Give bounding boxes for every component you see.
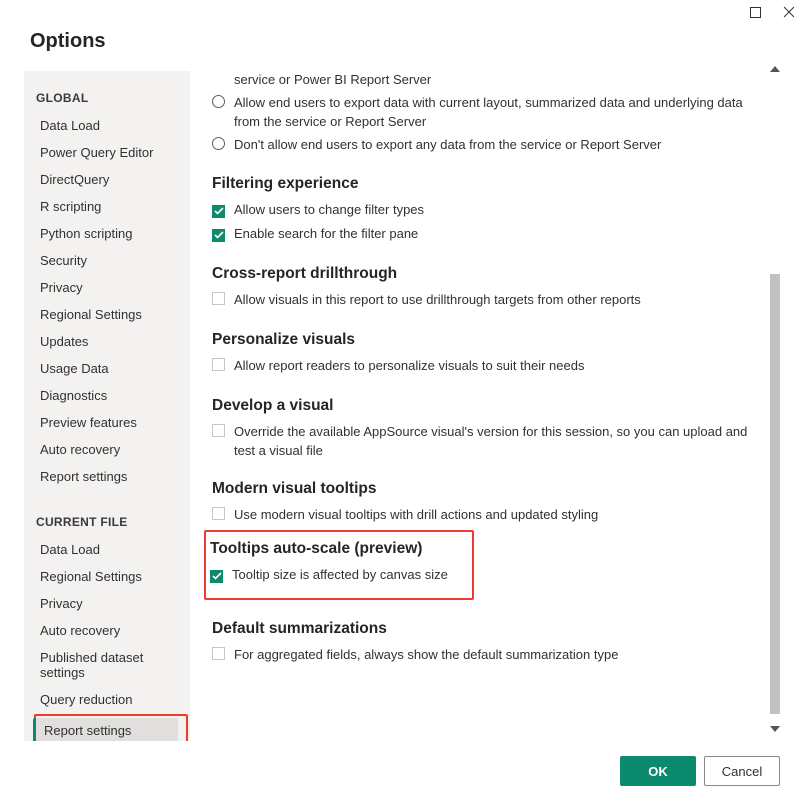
sidebar-item-auto-recovery[interactable]: Auto recovery	[34, 437, 184, 462]
heading-tooltips-autoscale: Tooltips auto-scale (preview)	[210, 540, 466, 558]
checkbox-cross-report-drillthrough[interactable]	[212, 292, 225, 305]
scrollbar[interactable]	[770, 64, 780, 734]
sidebar-item-cf-auto-recovery[interactable]: Auto recovery	[34, 618, 184, 643]
checkbox-develop-visual-override[interactable]	[212, 424, 225, 437]
scroll-down-icon[interactable]	[770, 724, 780, 734]
label-default-summarizations: For aggregated fields, always show the d…	[234, 646, 754, 665]
sidebar-item-python-scripting[interactable]: Python scripting	[34, 221, 184, 246]
titlebar	[0, 0, 804, 24]
heading-develop-visual: Develop a visual	[212, 397, 754, 415]
heading-default-summarizations: Default summarizations	[212, 620, 754, 638]
sidebar-item-preview-features[interactable]: Preview features	[34, 410, 184, 435]
sidebar-item-updates[interactable]: Updates	[34, 329, 184, 354]
checkbox-default-summarizations[interactable]	[212, 647, 225, 660]
checkbox-tooltips-autoscale[interactable]	[210, 570, 223, 583]
label-allow-change-filter-types: Allow users to change filter types	[234, 201, 754, 220]
sidebar-item-power-query-editor[interactable]: Power Query Editor	[34, 140, 184, 165]
label-modern-tooltips: Use modern visual tooltips with drill ac…	[234, 506, 754, 525]
scroll-thumb[interactable]	[770, 274, 780, 714]
maximize-icon[interactable]	[748, 5, 762, 19]
sidebar-item-data-load[interactable]: Data Load	[34, 113, 184, 138]
sidebar-item-cf-data-load[interactable]: Data Load	[34, 537, 184, 562]
heading-filtering-experience: Filtering experience	[212, 175, 754, 193]
sidebar-item-cf-query-reduction[interactable]: Query reduction	[34, 687, 184, 712]
sidebar-item-cf-privacy[interactable]: Privacy	[34, 591, 184, 616]
close-icon[interactable]	[782, 5, 796, 19]
sidebar-section-global: GLOBAL	[36, 91, 190, 105]
sidebar-item-regional-settings[interactable]: Regional Settings	[34, 302, 184, 327]
sidebar: GLOBAL Data Load Power Query Editor Dire…	[24, 71, 190, 741]
page-title: Options	[30, 30, 804, 53]
sidebar-item-privacy[interactable]: Privacy	[34, 275, 184, 300]
label-personalize-visuals: Allow report readers to personalize visu…	[234, 357, 754, 376]
label-tooltips-autoscale: Tooltip size is affected by canvas size	[232, 566, 466, 585]
sidebar-item-diagnostics[interactable]: Diagnostics	[34, 383, 184, 408]
checkbox-allow-change-filter-types[interactable]	[212, 205, 225, 218]
sidebar-item-cf-report-settings[interactable]: Report settings	[33, 718, 178, 741]
sidebar-item-cf-regional-settings[interactable]: Regional Settings	[34, 564, 184, 589]
ok-button[interactable]: OK	[620, 756, 696, 786]
options-dialog: Options GLOBAL Data Load Power Query Edi…	[0, 0, 804, 800]
heading-personalize-visuals: Personalize visuals	[212, 331, 754, 349]
checkbox-personalize-visuals[interactable]	[212, 358, 225, 371]
export-option-trail-text: service or Power BI Report Server	[234, 71, 754, 90]
cancel-button[interactable]: Cancel	[704, 756, 780, 786]
radio-export-dont-allow-label: Don't allow end users to export any data…	[234, 136, 754, 155]
label-develop-visual-override: Override the available AppSource visual'…	[234, 423, 754, 461]
sidebar-item-report-settings-global[interactable]: Report settings	[34, 464, 184, 489]
checkbox-enable-filter-search[interactable]	[212, 229, 225, 242]
radio-export-allow-all[interactable]	[212, 95, 225, 108]
heading-modern-tooltips: Modern visual tooltips	[212, 480, 754, 498]
sidebar-section-current-file: CURRENT FILE	[36, 515, 190, 529]
label-enable-filter-search: Enable search for the filter pane	[234, 225, 754, 244]
tooltips-autoscale-highlight: Tooltips auto-scale (preview) Tooltip si…	[204, 530, 474, 600]
sidebar-item-usage-data[interactable]: Usage Data	[34, 356, 184, 381]
sidebar-item-cf-published-dataset-settings[interactable]: Published dataset settings	[34, 645, 184, 685]
sidebar-item-directquery[interactable]: DirectQuery	[34, 167, 184, 192]
sidebar-highlight: Report settings	[34, 714, 188, 741]
label-cross-report-drillthrough: Allow visuals in this report to use dril…	[234, 291, 754, 310]
radio-export-dont-allow[interactable]	[212, 137, 225, 150]
checkbox-modern-tooltips[interactable]	[212, 507, 225, 520]
settings-content: service or Power BI Report Server Allow …	[190, 71, 780, 741]
scroll-up-icon[interactable]	[770, 64, 780, 74]
dialog-footer: OK Cancel	[620, 756, 780, 786]
sidebar-item-r-scripting[interactable]: R scripting	[34, 194, 184, 219]
sidebar-item-security[interactable]: Security	[34, 248, 184, 273]
heading-cross-report-drillthrough: Cross-report drillthrough	[212, 265, 754, 283]
radio-export-allow-all-label: Allow end users to export data with curr…	[234, 94, 754, 132]
